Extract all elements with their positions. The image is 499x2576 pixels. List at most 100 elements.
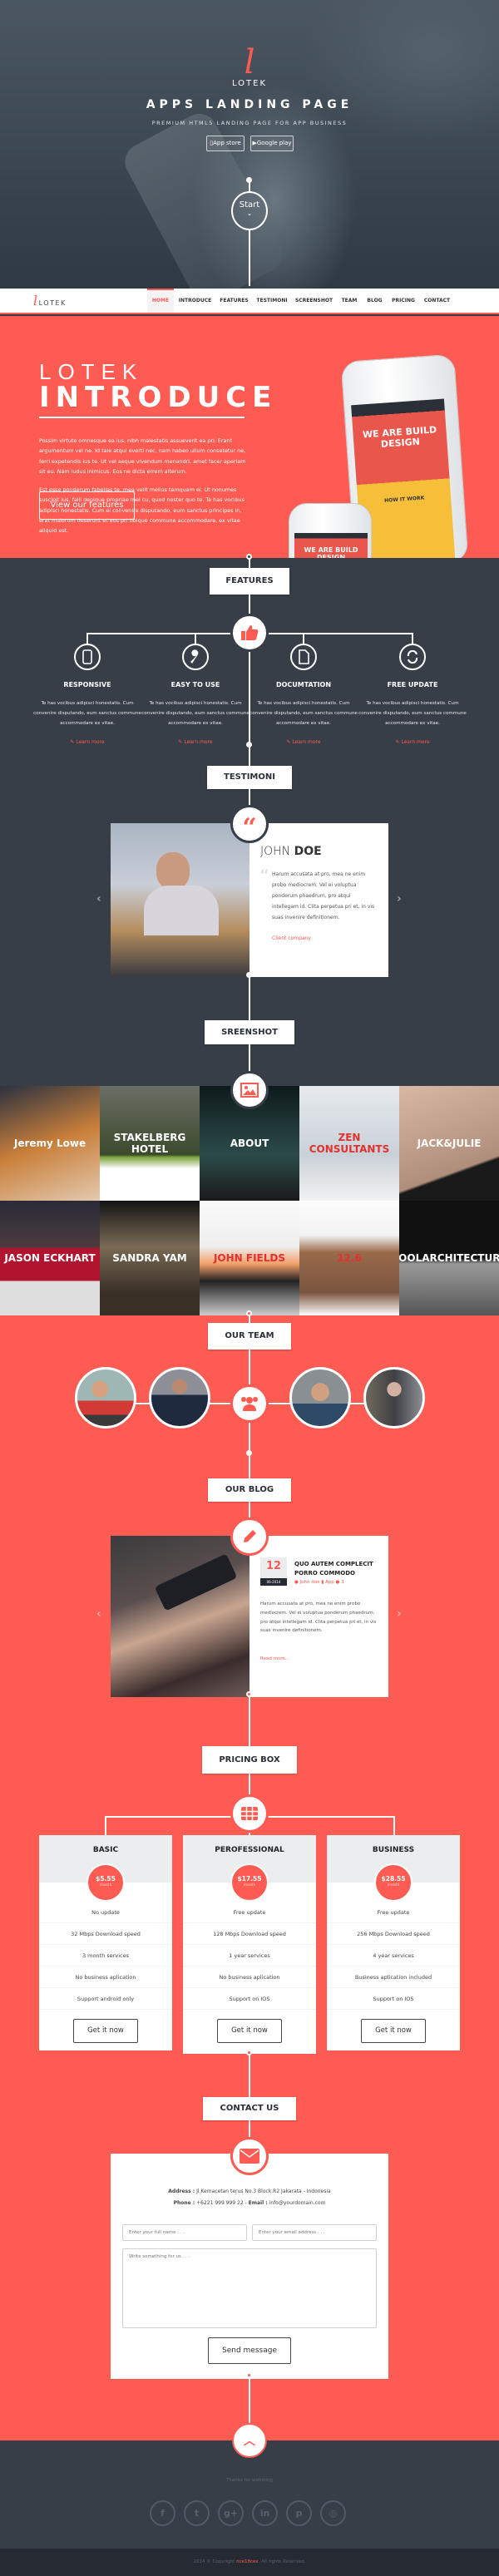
pinterest-icon[interactable]: p — [286, 2500, 312, 2526]
team-member-avatar[interactable] — [289, 1367, 351, 1429]
team-member-avatar[interactable] — [149, 1367, 210, 1429]
timeline-dot — [246, 1691, 252, 1697]
view-features-button[interactable]: View our features — [39, 491, 135, 520]
nav-logo[interactable]: lLOTEK — [33, 293, 67, 308]
screenshot-tile[interactable]: JACK&JULIE — [399, 1086, 499, 1201]
copyright-author-link[interactable]: nce18cex — [236, 2559, 258, 2564]
nav-blog[interactable]: BLOG — [365, 289, 384, 313]
nav-features[interactable]: FEATURES — [219, 289, 250, 313]
nav-pricing[interactable]: PRICING — [390, 289, 417, 313]
hero-subtitle: PREMIUM HTML5 LANDING PAGE FOR APP BUSIN… — [151, 120, 348, 126]
pricing-heading: PRICING BOX — [202, 1746, 297, 1774]
testimonial-prev-arrow[interactable]: ‹ — [96, 892, 101, 906]
screenshot-tile[interactable]: Jeremy Lowe — [0, 1086, 100, 1201]
plan-feature: 3 month services — [39, 1945, 172, 1967]
plan-feature: 256 Mbps Download speed — [327, 1923, 460, 1945]
google-play-button[interactable]: ▶Google play — [250, 136, 294, 151]
photo-person — [156, 852, 190, 890]
nav-testimoni[interactable]: TESTIMONI — [255, 289, 289, 313]
first-name: JOHN — [260, 845, 291, 858]
nav-home[interactable]: HOME — [147, 289, 174, 313]
quote-icon: “ — [230, 805, 269, 843]
screenshot-tile-title: SANDRA YAM — [112, 1252, 187, 1264]
feature-learn-more-link[interactable]: ✎ Learn more — [141, 739, 250, 745]
phone-label: Phone : — [173, 2200, 195, 2206]
copyright-suffix: . All rights Reserved. — [258, 2559, 306, 2564]
email-value: info@yourdomain.com — [269, 2200, 326, 2206]
screenshot-tile[interactable]: ZEN CONSULTANTS — [299, 1086, 399, 1201]
timeline-dot — [246, 972, 252, 978]
feature-title: DOCUMTATION — [275, 681, 332, 688]
read-more-link[interactable]: Read more... — [260, 1656, 289, 1661]
hero-logo-text: LOTEK — [231, 79, 268, 88]
main-navbar: lLOTEK HOME INTRODUCE FEATURES TESTIMONI… — [0, 289, 499, 314]
plan-feature: Support on IOS — [183, 1988, 316, 2010]
blog-date: 12 06-2014 — [260, 1557, 287, 1586]
screenshot-tile[interactable]: COOLARCHITECTURE — [399, 1201, 499, 1315]
email-input[interactable] — [252, 2224, 377, 2241]
contact-phone-email: Phone : +6221 999 999 22 - Email : info@… — [173, 2200, 326, 2206]
name-input[interactable] — [122, 2224, 247, 2241]
feature-title: RESPONSIVE — [63, 681, 111, 688]
feature-learn-more-link[interactable]: ✎ Learn more — [250, 739, 358, 745]
screenshot-tile-title: 12.6 — [337, 1252, 362, 1264]
screenshot-tile-title: Jeremy Lowe — [13, 1137, 86, 1149]
screenshot-tile[interactable]: JOHN FIELDS — [200, 1201, 299, 1315]
testimonial-company[interactable]: Client company — [272, 935, 311, 941]
contact-address: Address : Jl.Kemacetan terus No.3 Block.… — [111, 2189, 388, 2194]
blog-prev-arrow[interactable]: ‹ — [96, 1607, 101, 1621]
pricing-card: BASIC $5.55/month No update 32 Mbps Downl… — [39, 1835, 172, 2050]
chevron-down-icon: ⌄ — [246, 210, 253, 217]
google-plus-icon[interactable]: g+ — [218, 2500, 244, 2526]
file-icon: ▮ — [321, 1580, 324, 1585]
screenshot-tile[interactable]: SANDRA YAM — [100, 1201, 200, 1315]
screenshot-tile-title: STAKELBERG HOTEL — [113, 1132, 186, 1155]
phone-screen-title: WE ARE BUILD DESIGN — [362, 424, 437, 450]
nav-contact[interactable]: CONTACT — [422, 289, 452, 313]
plan-feature: Free update — [327, 1902, 460, 1923]
screenshot-tile[interactable]: JASON ECKHART — [0, 1201, 100, 1315]
feature-learn-more-link[interactable]: ✎ Learn more — [358, 739, 467, 745]
testimonial-next-arrow[interactable]: › — [397, 892, 402, 906]
dribbble-icon[interactable]: ◎ — [320, 2500, 346, 2526]
back-to-top-button[interactable]: ︿ — [232, 2423, 267, 2458]
plan-feature: 4 year services — [327, 1945, 460, 1967]
get-it-now-button[interactable]: Get it now — [73, 2019, 138, 2043]
nav-team[interactable]: TEAM — [339, 289, 359, 313]
feature-text: Te has vocibus adipisci honestatis. Cum … — [141, 701, 250, 726]
nav-screenshot[interactable]: SCREENSHOT — [294, 289, 333, 313]
get-it-now-button[interactable]: Get it now — [361, 2019, 426, 2043]
pencil-icon — [230, 1517, 269, 1556]
message-textarea[interactable] — [122, 2248, 377, 2328]
thumbs-up-icon — [230, 614, 269, 652]
team-member-avatar[interactable] — [75, 1367, 136, 1429]
blog-next-arrow[interactable]: › — [397, 1607, 402, 1621]
app-store-button[interactable]: ▯App store — [206, 136, 245, 151]
start-button[interactable]: Start ⌄ — [231, 191, 268, 230]
screenshot-tile-title: COOLARCHITECTURE — [399, 1252, 499, 1264]
blog-title[interactable]: QUO AUTEM COMPLECIT PORRO COMMODO — [294, 1560, 382, 1577]
send-message-button[interactable]: Send message — [208, 2337, 291, 2364]
screenshot-tile[interactable]: 12.6 — [299, 1201, 399, 1315]
facebook-icon[interactable]: f — [150, 2500, 175, 2526]
blog-comments[interactable]: 3 — [341, 1580, 344, 1585]
plan-feature: No business aplication — [39, 1967, 172, 1988]
plan-price-badge: $17.55/month — [230, 1863, 269, 1902]
nav-introduce[interactable]: INTRODUCE — [177, 289, 213, 313]
screenshot-tile-title: JACK&JULIE — [417, 1137, 482, 1149]
get-it-now-button[interactable]: Get it now — [217, 2019, 282, 2043]
feature-text: Te has vocibus adipisci honestatis. Cum … — [358, 701, 467, 726]
blog-photo — [111, 1536, 250, 1697]
screenshot-tile[interactable]: STAKELBERG HOTEL — [100, 1086, 200, 1201]
photo-phone — [154, 1553, 238, 1611]
address-value: Jl.Kemacetan terus No.3 Block.R2 Jakarat… — [196, 2189, 331, 2194]
nav-logo-text: LOTEK — [38, 299, 67, 307]
linkedin-icon[interactable]: in — [252, 2500, 278, 2526]
twitter-icon[interactable]: t — [184, 2500, 210, 2526]
team-member-avatar[interactable] — [363, 1367, 425, 1429]
feature-learn-more-link[interactable]: ✎ Learn more — [33, 739, 141, 745]
blog-author[interactable]: John doe — [300, 1580, 320, 1585]
timeline-dot — [246, 742, 252, 748]
blog-category[interactable]: App — [325, 1580, 334, 1585]
plan-period: /month — [243, 1883, 256, 1887]
